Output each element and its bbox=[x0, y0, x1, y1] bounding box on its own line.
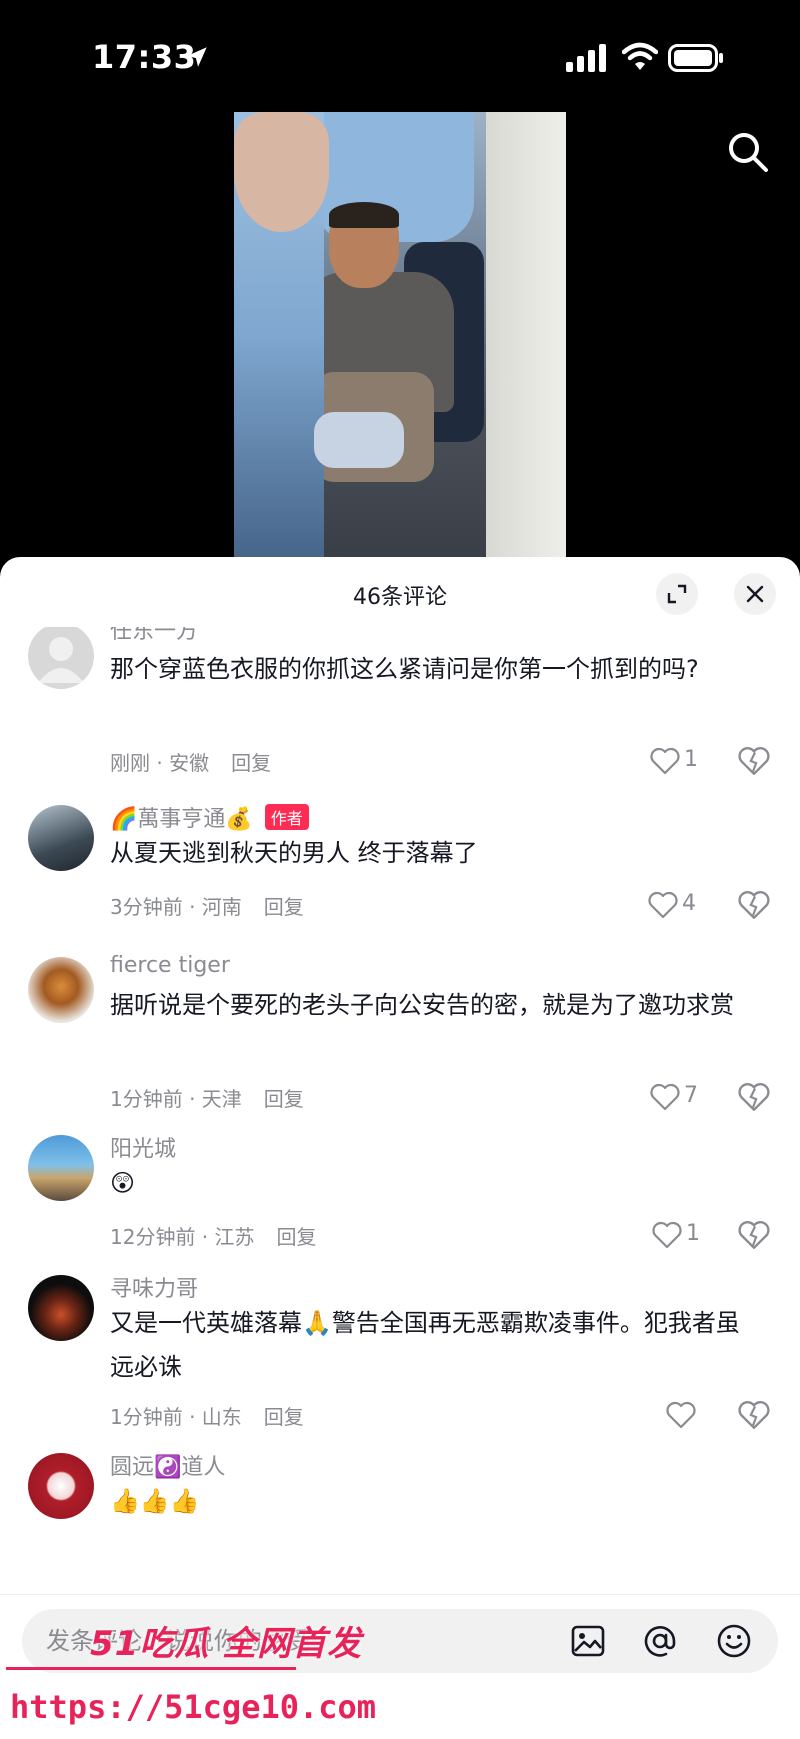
status-time: 17:33 bbox=[92, 38, 197, 76]
search-icon[interactable] bbox=[724, 128, 772, 176]
heart-icon bbox=[652, 1221, 682, 1249]
battery-icon bbox=[668, 44, 723, 72]
close-icon bbox=[746, 585, 764, 603]
comment-username[interactable]: 寻味力哥 bbox=[110, 1271, 198, 1303]
comment-meta: 3分钟前 · 河南 回复 bbox=[110, 891, 304, 920]
emoji-icon[interactable] bbox=[716, 1623, 752, 1659]
reply-button[interactable]: 回复 bbox=[264, 1405, 304, 1429]
dislike-heart-icon[interactable] bbox=[738, 1219, 770, 1251]
expand-icon bbox=[667, 584, 687, 604]
comment-meta: 12分钟前 · 江苏 回复 bbox=[110, 1221, 317, 1250]
watermark-url: https://51cge10.com bbox=[10, 1688, 377, 1726]
like-button[interactable]: 1 bbox=[652, 1219, 722, 1251]
video-glove bbox=[314, 412, 404, 468]
comment-time-location: 3分钟前 · 河南 bbox=[110, 895, 242, 919]
comment-meta: 1分钟前 · 山东 回复 bbox=[110, 1401, 304, 1430]
dislike-heart-icon[interactable] bbox=[738, 1081, 770, 1113]
reply-button[interactable]: 回复 bbox=[277, 1225, 317, 1249]
comment-username[interactable]: fierce tiger bbox=[110, 953, 230, 978]
comment-text: 😲 bbox=[110, 1169, 136, 1197]
wifi-icon bbox=[622, 42, 658, 70]
comment-text: 据听说是个要死的老头子向公安告的密，就是为了邀功求赏 bbox=[110, 991, 734, 1019]
heart-icon bbox=[666, 1401, 696, 1429]
comment-text: 👍👍👍 bbox=[110, 1487, 200, 1515]
watermark-underline bbox=[6, 1667, 296, 1670]
expand-button[interactable] bbox=[656, 573, 698, 615]
comment-time-location: 12分钟前 · 江苏 bbox=[110, 1225, 255, 1249]
watermark-logo: 51吃瓜 全网首发 bbox=[90, 1624, 363, 1664]
comment-time-location: 刚刚 · 安徽 bbox=[110, 751, 210, 775]
image-icon[interactable] bbox=[570, 1623, 606, 1659]
comment-time-location: 1分钟前 · 天津 bbox=[110, 1087, 242, 1111]
comment-meta: 刚刚 · 安徽 回复 bbox=[110, 747, 271, 776]
comment-list[interactable]: 任东一方 那个穿蓝色衣服的你抓这么紧请问是你第一个抓到的吗? 刚刚 · 安徽 回复… bbox=[0, 627, 800, 1637]
comment-username[interactable]: 任东一方 bbox=[110, 627, 198, 645]
default-avatar-icon bbox=[38, 637, 84, 683]
avatar[interactable] bbox=[28, 627, 94, 689]
like-count: 4 bbox=[682, 891, 696, 916]
avatar[interactable] bbox=[28, 1135, 94, 1201]
comment-text: 从夏天逃到秋天的男人 终于落幕了 bbox=[110, 839, 478, 867]
like-count: 1 bbox=[684, 747, 698, 772]
close-button[interactable] bbox=[734, 573, 776, 615]
like-button[interactable]: 7 bbox=[650, 1081, 720, 1113]
avatar[interactable] bbox=[28, 1275, 94, 1341]
dislike-heart-icon[interactable] bbox=[738, 1399, 770, 1431]
mention-at-icon[interactable] bbox=[642, 1623, 678, 1659]
like-button[interactable]: 4 bbox=[648, 889, 718, 921]
cellular-signal-icon bbox=[566, 44, 606, 72]
comment-username[interactable]: 阳光城 bbox=[110, 1131, 176, 1163]
reply-button[interactable]: 回复 bbox=[264, 895, 304, 919]
dislike-heart-icon[interactable] bbox=[738, 745, 770, 777]
reply-button[interactable]: 回复 bbox=[231, 751, 271, 775]
heart-icon bbox=[648, 891, 678, 919]
heart-icon bbox=[650, 1083, 680, 1111]
like-count: 7 bbox=[684, 1083, 698, 1108]
author-badge: 作者 bbox=[264, 804, 309, 830]
comment-username[interactable]: 🌈萬事亨通💰 作者 bbox=[110, 801, 309, 833]
comment-meta: 1分钟前 · 天津 回复 bbox=[110, 1083, 304, 1112]
avatar[interactable] bbox=[28, 1453, 94, 1519]
avatar[interactable] bbox=[28, 805, 94, 871]
video-hand bbox=[234, 112, 329, 232]
video-man-hair bbox=[329, 202, 399, 228]
like-button[interactable] bbox=[666, 1399, 736, 1431]
video-player[interactable] bbox=[234, 112, 566, 558]
heart-icon bbox=[650, 747, 680, 775]
comment-time-location: 1分钟前 · 山东 bbox=[110, 1405, 242, 1429]
reply-button[interactable]: 回复 bbox=[264, 1087, 304, 1111]
comment-username[interactable]: 圆远☯️道人 bbox=[110, 1449, 225, 1481]
like-button[interactable]: 1 bbox=[650, 745, 720, 777]
comment-text: 又是一代英雄落幕🙏警告全国再无恶霸欺凌事件。犯我者虽远必诛 bbox=[110, 1309, 740, 1381]
username-text: 🌈萬事亨通💰 bbox=[110, 807, 253, 832]
dislike-heart-icon[interactable] bbox=[738, 889, 770, 921]
like-count: 1 bbox=[686, 1221, 700, 1246]
video-wall bbox=[486, 112, 566, 558]
comment-text: 那个穿蓝色衣服的你抓这么紧请问是你第一个抓到的吗? bbox=[110, 655, 699, 683]
avatar[interactable] bbox=[28, 957, 94, 1023]
comment-sheet: 46条评论 任东一方 那个穿蓝色衣服的你抓这么紧请问是你第一个抓到的吗? 刚刚 … bbox=[0, 557, 800, 1739]
status-bar: 17:33 bbox=[0, 0, 800, 110]
location-arrow-icon bbox=[187, 47, 207, 67]
